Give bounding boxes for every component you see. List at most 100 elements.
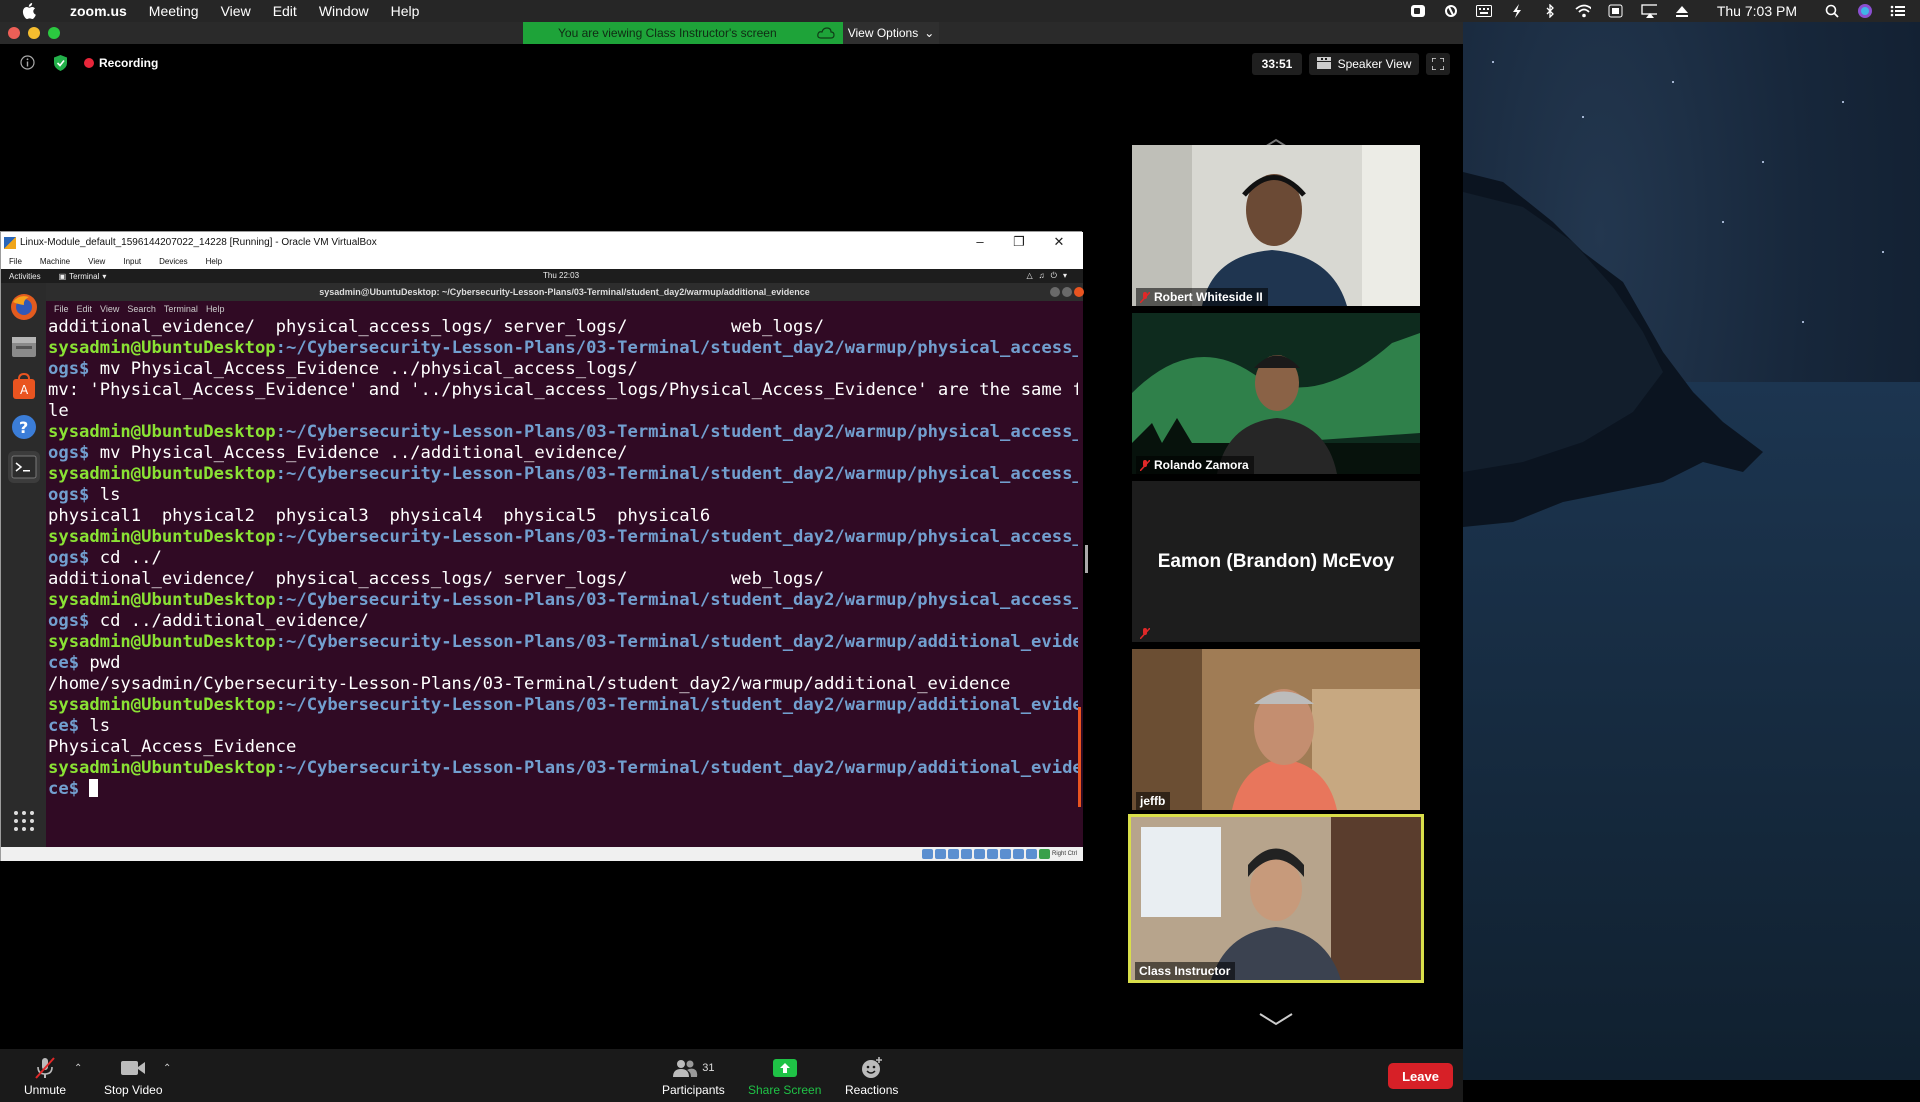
vbox-menu-input[interactable]: Input: [123, 257, 141, 266]
video-tile[interactable]: Rolando Zamora: [1132, 313, 1420, 474]
vbox-menu-machine[interactable]: Machine: [40, 257, 70, 266]
terminal-line: sysadmin@UbuntuDesktop:~/Cybersecurity-L…: [48, 338, 1078, 359]
video-camera-icon: [120, 1057, 146, 1079]
fullscreen-button[interactable]: [1426, 53, 1450, 75]
terminal-icon[interactable]: [8, 451, 40, 483]
vbox-menu-devices[interactable]: Devices: [159, 257, 187, 266]
term-menu-file[interactable]: File: [54, 304, 69, 314]
optical-status-icon[interactable]: [934, 849, 946, 859]
participants-icon: 31: [672, 1057, 714, 1079]
view-options-button[interactable]: View Options ⌄: [843, 22, 939, 44]
video-tile-active-speaker[interactable]: Class Instructor: [1128, 814, 1424, 983]
terminal-line: sysadmin@UbuntuDesktop:~/Cybersecurity-L…: [48, 422, 1078, 443]
term-menu-edit[interactable]: Edit: [77, 304, 93, 314]
audio-status-icon[interactable]: [947, 849, 959, 859]
zoom-window-button[interactable]: [48, 27, 60, 39]
encryption-shield-icon[interactable]: [53, 55, 68, 71]
minimize-window-button[interactable]: [28, 27, 40, 39]
terminal-output[interactable]: additional_evidence/ physical_access_log…: [48, 317, 1078, 842]
leave-meeting-button[interactable]: Leave: [1388, 1063, 1453, 1089]
recording-indicator[interactable]: Recording: [84, 56, 158, 70]
vbox-menu-view[interactable]: View: [88, 257, 105, 266]
software-center-icon[interactable]: A: [8, 371, 40, 403]
vbox-menu-help[interactable]: Help: [206, 257, 222, 266]
battery-icon[interactable]: [1608, 4, 1624, 18]
wifi-icon[interactable]: [1575, 4, 1591, 18]
siri-icon[interactable]: [1857, 4, 1873, 18]
close-window-button[interactable]: [8, 27, 20, 39]
guest-system-icons[interactable]: △♫⏻▾: [1027, 271, 1074, 281]
share-screen-button[interactable]: Share Screen: [748, 1057, 821, 1097]
chevron-down-icon: ⌄: [924, 26, 935, 40]
cloud-icon: [817, 27, 835, 39]
eject-icon[interactable]: [1674, 4, 1690, 18]
menu-view[interactable]: View: [221, 3, 251, 19]
video-options-caret-icon[interactable]: ⌃: [163, 1063, 171, 1074]
shared-folder-status-icon[interactable]: [986, 849, 998, 859]
keyboard-icon[interactable]: [1475, 4, 1492, 18]
restore-icon[interactable]: ❐: [1007, 234, 1031, 250]
usb-status-icon[interactable]: [973, 849, 985, 859]
terminal-minimize-button[interactable]: [1050, 287, 1060, 297]
term-menu-terminal[interactable]: Terminal: [164, 304, 198, 314]
gallery-scroll-down-icon[interactable]: [1258, 1012, 1294, 1026]
muted-mic-icon: [1140, 459, 1150, 471]
close-icon[interactable]: ✕: [1047, 234, 1071, 250]
hdd-status-icon[interactable]: [921, 849, 933, 859]
mouse-integration-icon[interactable]: [1038, 849, 1050, 859]
activities-button[interactable]: Activities: [9, 272, 41, 281]
menu-meeting[interactable]: Meeting: [149, 3, 199, 19]
show-applications-icon[interactable]: [8, 805, 40, 837]
network-status-icon[interactable]: [960, 849, 972, 859]
term-menu-view[interactable]: View: [100, 304, 119, 314]
menu-edit[interactable]: Edit: [273, 3, 297, 19]
terminal-app-menu[interactable]: ▣ Terminal ▾: [59, 272, 107, 281]
video-tile[interactable]: Robert Whiteside II: [1132, 145, 1420, 306]
participant-name-tag: Class Instructor: [1135, 962, 1236, 980]
audio-options-caret-icon[interactable]: ⌃: [74, 1063, 82, 1074]
stop-video-button[interactable]: Stop Video: [104, 1057, 163, 1097]
term-menu-search[interactable]: Search: [127, 304, 156, 314]
participant-name: jeffb: [1140, 794, 1166, 808]
info-icon[interactable]: [20, 55, 35, 70]
bolt-icon[interactable]: [1509, 4, 1525, 18]
menu-help[interactable]: Help: [391, 3, 420, 19]
terminal-line: additional_evidence/ physical_access_log…: [48, 317, 825, 337]
prompt-user-host: sysadmin@UbuntuDesktop: [48, 464, 276, 484]
spotlight-search-icon[interactable]: [1824, 4, 1840, 18]
apple-icon[interactable]: [20, 2, 38, 20]
video-tile[interactable]: jeffb: [1132, 649, 1420, 810]
speaker-view-button[interactable]: Speaker View: [1309, 53, 1419, 75]
files-icon[interactable]: [8, 331, 40, 363]
firefox-icon[interactable]: [8, 291, 40, 323]
notification-center-icon[interactable]: [1890, 4, 1906, 18]
menu-app-zoom[interactable]: zoom.us: [70, 3, 127, 19]
recording-status-icon[interactable]: [1012, 849, 1024, 859]
cpu-status-icon[interactable]: [1025, 849, 1037, 859]
meeting-timer: 33:51: [1252, 53, 1302, 75]
display-status-icon[interactable]: [999, 849, 1011, 859]
term-menu-help[interactable]: Help: [206, 304, 225, 314]
terminal-maximize-button[interactable]: [1062, 287, 1072, 297]
terminal-scrollbar[interactable]: [1078, 707, 1081, 807]
split-resize-handle[interactable]: [1085, 545, 1088, 573]
participant-name-tag: [1136, 624, 1155, 642]
terminal-line: Physical_Access_Evidence: [48, 737, 297, 757]
airplay-icon[interactable]: [1641, 4, 1657, 18]
bluetooth-icon[interactable]: [1542, 4, 1558, 18]
zoom-status-icon[interactable]: [1410, 4, 1426, 18]
participants-button[interactable]: 31 Participants: [662, 1057, 725, 1097]
terminal-close-button[interactable]: [1074, 287, 1084, 297]
menu-window[interactable]: Window: [319, 3, 369, 19]
unmute-button[interactable]: Unmute: [24, 1057, 66, 1097]
reactions-button[interactable]: Reactions: [845, 1057, 898, 1097]
guest-clock[interactable]: Thu 22:03: [543, 271, 579, 280]
sync-icon[interactable]: [1443, 4, 1459, 18]
minimize-icon[interactable]: –: [968, 234, 992, 249]
svg-text:A: A: [20, 383, 29, 397]
vbox-menu-file[interactable]: File: [9, 257, 22, 266]
help-icon[interactable]: ?: [8, 411, 40, 443]
prompt-user-host: sysadmin@UbuntuDesktop: [48, 527, 276, 547]
menubar-clock[interactable]: Thu 7:03 PM: [1717, 3, 1797, 19]
video-tile[interactable]: Eamon (Brandon) McEvoy: [1132, 481, 1420, 642]
